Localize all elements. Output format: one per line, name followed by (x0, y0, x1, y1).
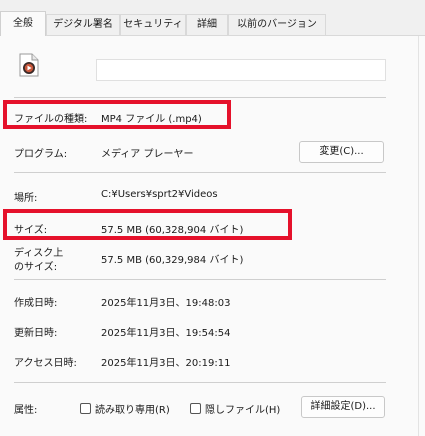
separator (14, 172, 386, 173)
hidden-checkbox-label[interactable]: 隠しファイル(H) (205, 401, 280, 416)
size-on-disk-label-line1: ディスク上 (14, 248, 64, 259)
media-file-icon (18, 53, 40, 77)
tab-previous-versions[interactable]: 以前のバージョン (228, 14, 326, 35)
size-on-disk-value: 57.5 MB (60,329,984 バイト) (101, 255, 244, 266)
change-program-button[interactable]: 変更(C)... (299, 141, 384, 163)
separator (14, 97, 386, 98)
file-type-label: ファイルの種類: (14, 114, 88, 125)
program-value: メディア プレーヤー (101, 149, 194, 160)
tab-general[interactable]: 全般 (0, 11, 46, 36)
location-value: C:¥Users¥sprt2¥Videos (101, 189, 218, 200)
modified-label: 更新日時: (14, 328, 58, 339)
program-label: プログラム: (14, 149, 68, 160)
file-type-value: MP4 ファイル (.mp4) (101, 114, 202, 125)
location-label: 場所: (14, 193, 38, 204)
size-on-disk-label-line2: のサイズ: (14, 262, 58, 273)
size-value: 57.5 MB (60,328,904 バイト) (101, 225, 244, 236)
modified-value: 2025年11月3日、19:54:54 (101, 328, 231, 339)
created-value: 2025年11月3日、19:48:03 (101, 298, 231, 309)
properties-panel (0, 36, 425, 436)
readonly-checkbox-label[interactable]: 読み取り専用(R) (95, 401, 170, 416)
tab-digital-signatures[interactable]: デジタル署名 (46, 14, 120, 35)
tab-security[interactable]: セキュリティ (120, 14, 186, 35)
separator (14, 279, 386, 280)
tab-details[interactable]: 詳細 (186, 14, 228, 35)
accessed-value: 2025年11月3日、20:19:11 (101, 358, 231, 369)
accessed-label: アクセス日時: (14, 358, 77, 369)
panel-right-border (418, 36, 419, 436)
file-name-input[interactable] (96, 59, 386, 81)
tab-bar: 全般 デジタル署名 セキュリティ 詳細 以前のバージョン (0, 0, 425, 36)
readonly-checkbox[interactable] (80, 403, 91, 414)
hidden-checkbox[interactable] (190, 403, 201, 414)
created-label: 作成日時: (14, 298, 58, 309)
attributes-label: 属性: (14, 405, 38, 416)
size-label: サイズ: (14, 225, 48, 236)
separator (14, 382, 386, 383)
advanced-attributes-button[interactable]: 詳細設定(D)... (301, 396, 385, 418)
